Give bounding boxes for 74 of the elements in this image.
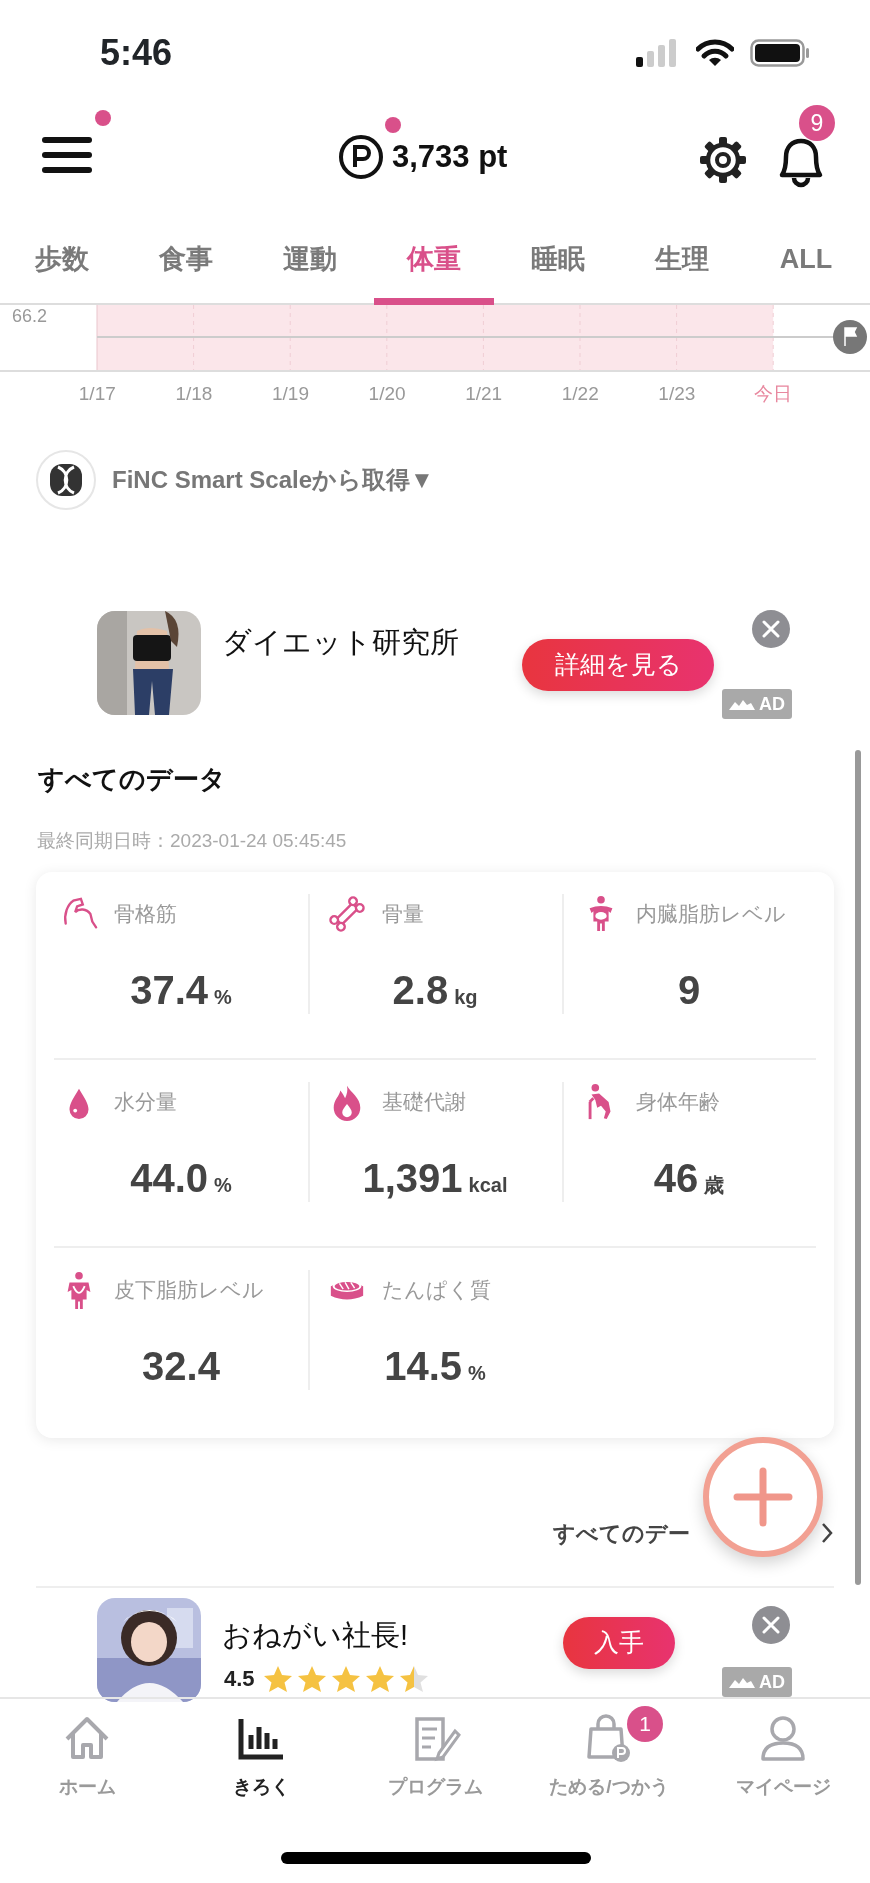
category-tab[interactable]: 歩数: [0, 215, 124, 303]
metric-label: 水分量: [114, 1089, 177, 1116]
metric-unit: kg: [454, 985, 478, 1010]
nav-tab[interactable]: プログラム: [348, 1699, 522, 1827]
category-tab[interactable]: 運動: [248, 215, 372, 303]
ad-badge: AD: [722, 1667, 792, 1697]
scale-icon: [36, 450, 96, 510]
metric-label: 基礎代謝: [382, 1089, 466, 1116]
metric-value: 1,391: [362, 1155, 463, 1202]
close-button[interactable]: [752, 610, 790, 648]
wifi-icon: [696, 38, 734, 67]
bone-icon: [328, 894, 366, 934]
category-tab[interactable]: ALL: [744, 215, 868, 303]
star-icon: [398, 1664, 429, 1693]
date-label: 1/22: [560, 382, 600, 407]
status-time: 5:46: [100, 30, 173, 75]
source-dropdown[interactable]: FiNC Smart Scaleから取得▼: [112, 462, 434, 498]
metric-label: 骨格筋: [114, 901, 177, 928]
date-label: 今日: [753, 382, 794, 407]
ad-action-button[interactable]: 入手: [563, 1617, 675, 1669]
date-label: 1/21: [464, 382, 504, 407]
metric-label: 皮下脂肪レベル: [114, 1277, 264, 1304]
star-icon: [262, 1664, 293, 1693]
nav-tab[interactable]: きろく: [174, 1699, 348, 1827]
metric-unit: 歳: [704, 1173, 725, 1198]
settings-button[interactable]: [698, 135, 748, 185]
date-label: 1/18: [174, 382, 214, 407]
section-title: すべてのデータ: [38, 763, 227, 796]
category-tab[interactable]: 体重: [372, 215, 496, 303]
points-icon: [338, 134, 384, 180]
chevron-right-icon: [820, 1521, 834, 1545]
metric-value: 37.4: [130, 967, 209, 1014]
category-tab[interactable]: 睡眠: [496, 215, 620, 303]
metric-unit: %: [214, 985, 232, 1010]
flag-icon: [832, 319, 868, 355]
ad-action-button[interactable]: 詳細を見る: [522, 639, 714, 691]
metric-unit: kcal: [468, 1173, 508, 1198]
battery-icon: [750, 38, 810, 67]
date-label: 1/19: [271, 382, 310, 407]
date-label: 1/23: [657, 382, 697, 407]
metric-label: たんぱく質: [382, 1277, 491, 1304]
nav-tab[interactable]: ためる/つかう 1: [522, 1699, 696, 1827]
category-tab[interactable]: 食事: [124, 215, 248, 303]
rating-value: 4.5: [224, 1665, 255, 1693]
metric-label: 骨量: [382, 901, 424, 928]
star-icon: [296, 1664, 327, 1693]
notification-badge: 9: [799, 105, 835, 141]
ad-title: ダイエット研究所: [222, 625, 459, 660]
metric-value: 14.5: [384, 1343, 463, 1390]
notification-badge: 1: [627, 1706, 663, 1742]
axis-label: 66.2: [12, 305, 48, 328]
metric-label: 身体年齢: [636, 1089, 720, 1116]
settings-icon: [698, 135, 748, 185]
nav-tab[interactable]: ホーム: [0, 1699, 174, 1827]
sync-time: 最終同期日時：2023-01-24 05:45:45: [37, 829, 348, 853]
metric-label: 内臓脂肪レベル: [636, 901, 786, 928]
ad-title: おねがい社長!: [222, 1618, 409, 1653]
metric-value: 44.0: [130, 1155, 209, 1202]
metric-unit: %: [468, 1361, 486, 1386]
date-label: 1/17: [77, 382, 117, 407]
metric-value: 32.4: [142, 1343, 220, 1390]
metric-value: 2.8: [392, 967, 449, 1014]
star-icon: [330, 1664, 361, 1693]
metric-value: 9: [677, 967, 701, 1014]
close-button[interactable]: [752, 1606, 790, 1644]
category-tab[interactable]: 生理: [620, 215, 744, 303]
metric-unit: %: [214, 1173, 232, 1198]
points-button[interactable]: 3,733 pt: [338, 127, 508, 187]
nav-tab[interactable]: マイページ: [696, 1699, 870, 1827]
ad-badge: AD: [722, 689, 792, 719]
star-icon: [364, 1664, 395, 1693]
all-data-link[interactable]: すべてのデー: [553, 1516, 690, 1550]
date-label: 1/20: [367, 382, 407, 407]
metric-value: 46: [653, 1155, 699, 1202]
